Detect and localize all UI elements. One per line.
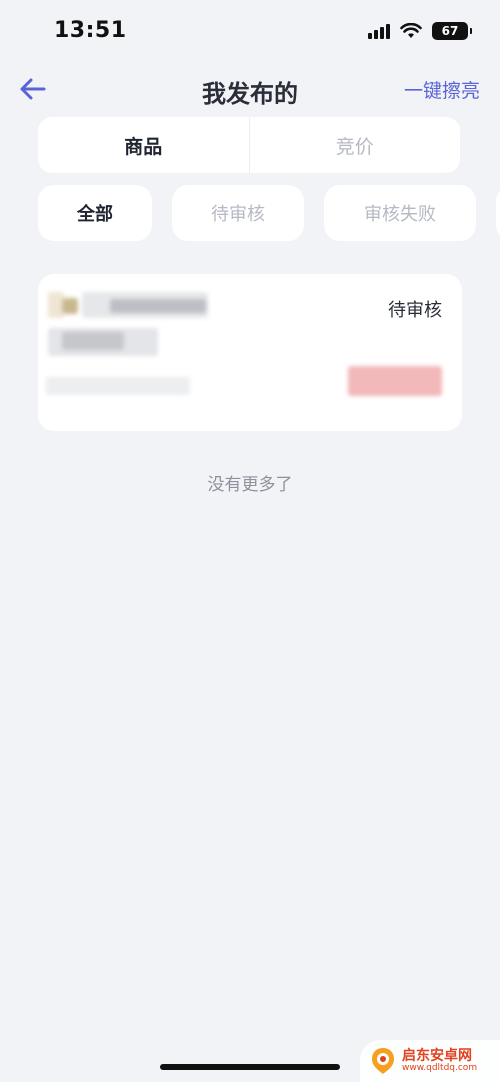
tab-bidding[interactable]: 竞价 (250, 117, 461, 173)
battery-level: 67 (441, 24, 459, 38)
status-icons: 67 (368, 22, 472, 40)
list-end-text: 没有更多了 (207, 475, 293, 495)
watermark-url: www.qdltdq.com (402, 1062, 478, 1073)
site-watermark: 启东安卓网 www.qdltdq.com (360, 1040, 500, 1082)
published-item-card[interactable]: 待审核 (38, 274, 462, 431)
item-subtitle-blurred-inner (62, 332, 124, 350)
item-title-blurred-inner (110, 299, 206, 313)
segment-tabs: 商品 竞价 (38, 117, 460, 173)
item-meta-blurred (46, 377, 190, 395)
filter-chip-more[interactable] (496, 185, 500, 241)
battery-icon: 67 (432, 22, 472, 40)
home-indicator[interactable] (160, 1064, 340, 1070)
item-price-blurred (348, 366, 442, 396)
nav-bar: 我发布的 一键擦亮 (0, 66, 500, 114)
item-status-badge: 待审核 (388, 300, 442, 321)
tab-goods[interactable]: 商品 (38, 117, 249, 173)
status-bar: 13:51 67 (0, 0, 500, 66)
status-time: 13:51 (54, 18, 127, 43)
watermark-name: 启东安卓网 (402, 1047, 472, 1064)
refresh-all-button[interactable]: 一键擦亮 (404, 76, 480, 103)
page: 13:51 67 我发布的 一键擦亮 商品 竞价 全部 待审核 审核失败 待审核… (0, 0, 500, 1082)
item-thumbnail-accent (62, 298, 78, 314)
watermark-logo-icon (372, 1048, 394, 1074)
wifi-icon (400, 23, 422, 38)
filter-chip-rejected[interactable]: 审核失败 (324, 185, 476, 241)
filter-chip-all[interactable]: 全部 (38, 185, 152, 241)
filter-chip-pending[interactable]: 待审核 (172, 185, 304, 241)
filter-chips: 全部 待审核 审核失败 (38, 185, 500, 243)
cellular-signal-icon (368, 23, 390, 39)
